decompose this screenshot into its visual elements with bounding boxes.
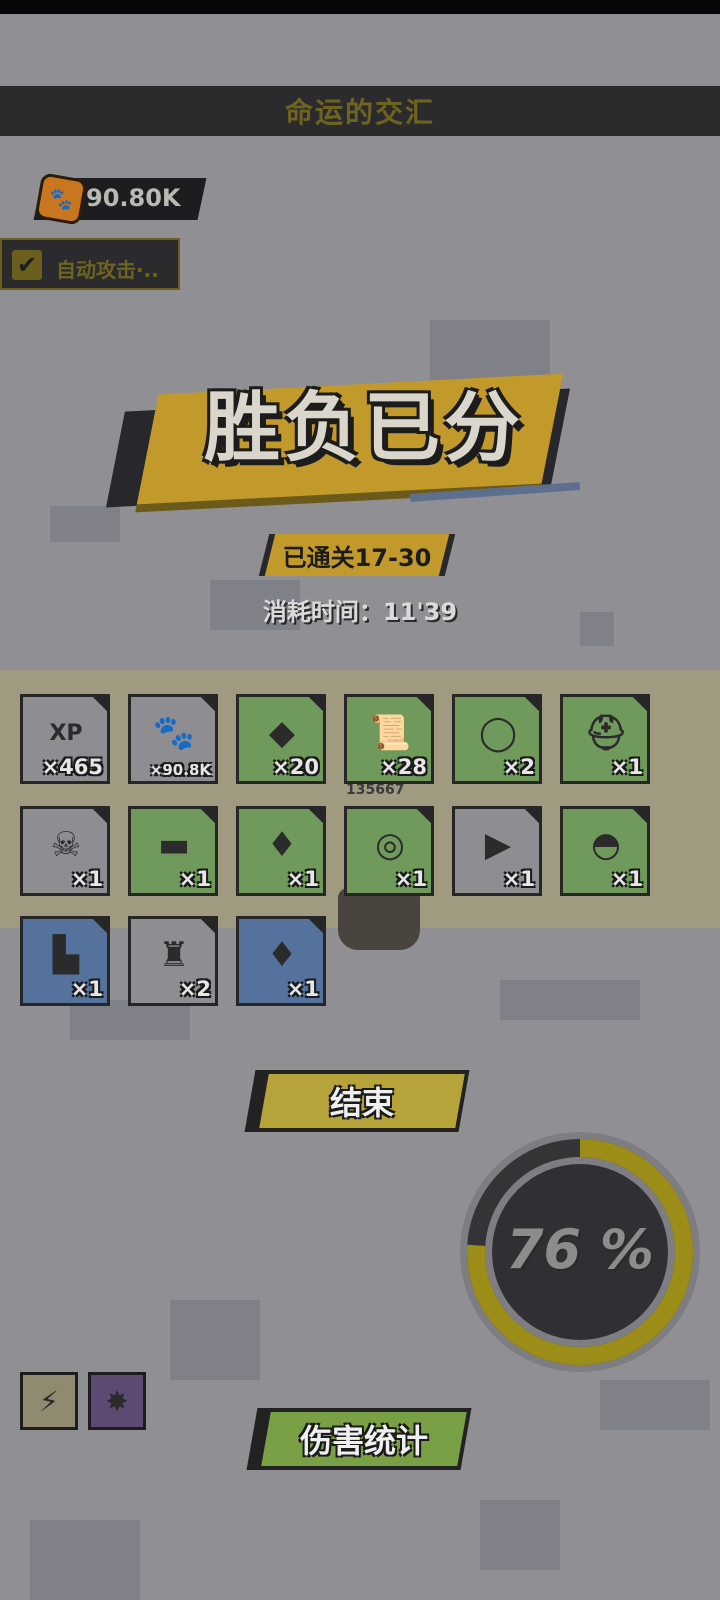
enemy-hp-number: 135667 [346,782,405,798]
reward-item[interactable]: ◓ ×1 [560,806,650,896]
reward-item[interactable]: ♜ ×2 [128,916,218,1006]
reward-item[interactable]: ☠ ×1 [20,806,110,896]
background-pixel [580,612,614,646]
gold-amulet-icon: ♦ [266,825,298,865]
white-cap-icon: ◓ [591,825,621,865]
hero-sprite [338,888,420,950]
paw-coin-icon: 🐾 [152,713,196,753]
background-pixel [500,980,640,1020]
xp-orb-icon: XP [49,720,83,746]
reward-item[interactable]: ♦ ×1 [236,806,326,896]
reward-count: ×2 [502,755,535,779]
reward-item[interactable]: ◆ ×20 [236,694,326,784]
time-spent-label: 消耗时间：11'39 [262,598,458,626]
level-title: 命运的交汇 [284,96,435,129]
ring-icon: ◯ [478,713,518,753]
pink-helmet-icon: ⛑ [584,713,628,753]
reward-item[interactable]: ▙ ×1 [20,916,110,1006]
reward-item[interactable]: 🐾 ×90.8K [128,694,218,784]
blue-sandal-icon: ▬ [157,825,191,865]
blue-ticket-icon: ▶ [484,825,512,865]
reward-count: ×465 [41,755,103,779]
reward-item[interactable]: ▶ ×1 [452,806,542,896]
reward-item[interactable]: ◯ ×2 [452,694,542,784]
skill-glyph: ⚡ [39,1384,59,1418]
background-pixel [600,1380,710,1430]
reward-item[interactable]: ⛑ ×1 [560,694,650,784]
purple-gem-icon: ◆ [268,713,296,753]
damage-stats-button[interactable]: 伤害统计 [246,1408,472,1470]
stage-cleared-label: 已通关17-30 [282,544,432,572]
reward-count: ×1 [286,867,319,891]
reward-item[interactable]: ▬ ×1 [128,806,218,896]
reward-count: ×1 [178,867,211,891]
reward-count: ×20 [272,755,319,779]
reward-item[interactable]: ◎ ×1 [344,806,434,896]
reward-count: ×1 [70,977,103,1001]
skill-glyph: ✸ [105,1384,129,1418]
reward-count: ×1 [502,867,535,891]
background-pixel [170,1300,260,1380]
auto-attack-label: 自动攻击·.. [56,258,159,282]
reward-count: ×1 [610,867,643,891]
red-armor-icon: ♜ [158,935,190,975]
reward-count: ×28 [380,755,427,779]
background-pixel [30,1520,140,1600]
currency-value: 90.80K [86,184,181,212]
reward-count: ×90.8K [149,761,211,779]
reward-item[interactable]: 📜 ×28 [344,694,434,784]
reward-count: ×1 [70,867,103,891]
reward-count: ×1 [286,977,319,1001]
reward-item[interactable]: ♦ ×1 [236,916,326,1006]
lightning-skill-icon[interactable]: ⚡ [20,1372,78,1430]
end-button[interactable]: 结束 [244,1070,470,1132]
reward-count: ×1 [394,867,427,891]
claw-skill-icon[interactable]: ✸ [88,1372,146,1430]
status-bar [0,0,720,14]
background-pixel [50,506,120,542]
phoenix-ring-icon: ◎ [375,825,405,865]
gold-amulet-icon: ♦ [266,935,298,975]
scroll-icon: 📜 [368,713,412,753]
paw-coin-icon: 🐾 [34,172,88,226]
end-button-label: 结束 [329,1084,394,1122]
background-pixel [70,1000,190,1040]
background-pixel [480,1500,560,1570]
white-mask-icon: ☠ [50,825,82,865]
victory-title: 胜负已分 [204,383,524,472]
damage-stats-label: 伤害统计 [299,1422,428,1460]
reward-item[interactable]: XP ×465 [20,694,110,784]
reward-count: ×1 [610,755,643,779]
red-boot-icon: ▙ [52,935,80,975]
gauge-percent-label: 76 % [505,1218,655,1281]
checkbox-checked-icon[interactable]: ✔ [12,250,42,280]
level-title-bar: 命运的交汇 [0,86,720,136]
reward-count: ×2 [178,977,211,1001]
